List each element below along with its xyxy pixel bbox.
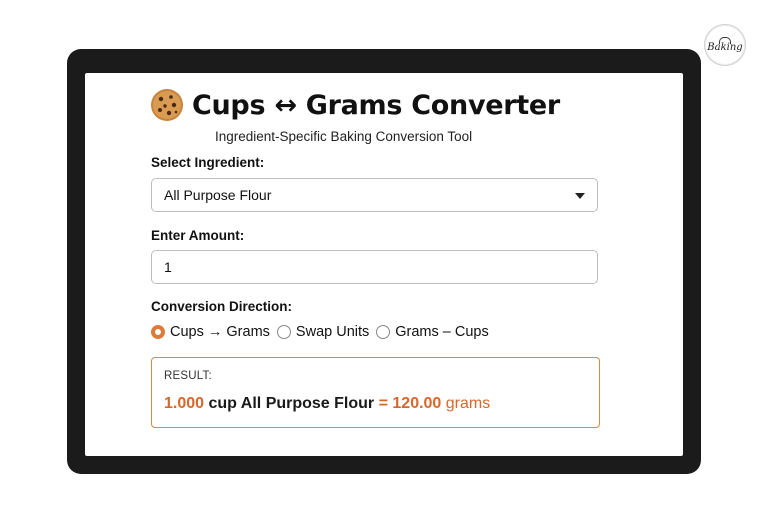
chevron-down-icon <box>575 193 585 199</box>
direction-label: Conversion Direction: <box>151 299 293 314</box>
result-box: RESULT: 1.000 cup All Purpose Flour = 12… <box>151 357 600 428</box>
radio-label: Swap Units <box>295 324 370 340</box>
page-title: Cups ↔ Grams Converter <box>192 89 560 121</box>
direction-radio-group: Cups → Grams Swap Units Grams – Cups <box>151 324 496 340</box>
radio-button[interactable] <box>376 325 391 339</box>
ingredient-select[interactable]: All Purpose Flour <box>151 178 598 212</box>
amount-input[interactable]: 1 <box>151 250 598 284</box>
app-header: Cups ↔ Grams Converter <box>150 83 560 127</box>
result-unit-text: cup All Purpose Flour <box>208 395 375 412</box>
result-label: RESULT: <box>164 370 212 382</box>
amount-label: Enter Amount: <box>151 228 245 243</box>
radio-label: Cups → Grams <box>170 324 270 340</box>
result-equals: = <box>378 395 388 412</box>
logo-text: Baking <box>707 42 743 53</box>
device-frame: Cups ↔ Grams Converter Ingredient-Specif… <box>67 49 701 474</box>
result-grams-value: 120.00 <box>392 395 442 412</box>
radio-option-grams-to-cups[interactable]: Grams – Cups <box>376 324 489 340</box>
radio-label: Grams – Cups <box>395 324 489 340</box>
radio-option-cups-to-grams[interactable]: Cups → Grams <box>151 324 270 340</box>
cookie-icon <box>151 89 183 121</box>
amount-input-value: 1 <box>164 259 172 275</box>
baking-logo: Baking <box>704 24 746 66</box>
ingredient-label: Select Ingredient: <box>151 155 265 170</box>
radio-button[interactable] <box>276 325 291 339</box>
result-grams-unit: grams <box>445 395 491 412</box>
page-subtitle: Ingredient-Specific Baking Conversion To… <box>215 129 473 144</box>
radio-button-checked[interactable] <box>151 325 165 339</box>
app-screen: Cups ↔ Grams Converter Ingredient-Specif… <box>85 73 683 456</box>
radio-option-swap-units[interactable]: Swap Units <box>276 324 370 340</box>
result-line: 1.000 cup All Purpose Flour = 120.00 gra… <box>164 395 490 413</box>
result-amount: 1.000 <box>164 395 205 412</box>
ingredient-select-value: All Purpose Flour <box>164 187 272 203</box>
